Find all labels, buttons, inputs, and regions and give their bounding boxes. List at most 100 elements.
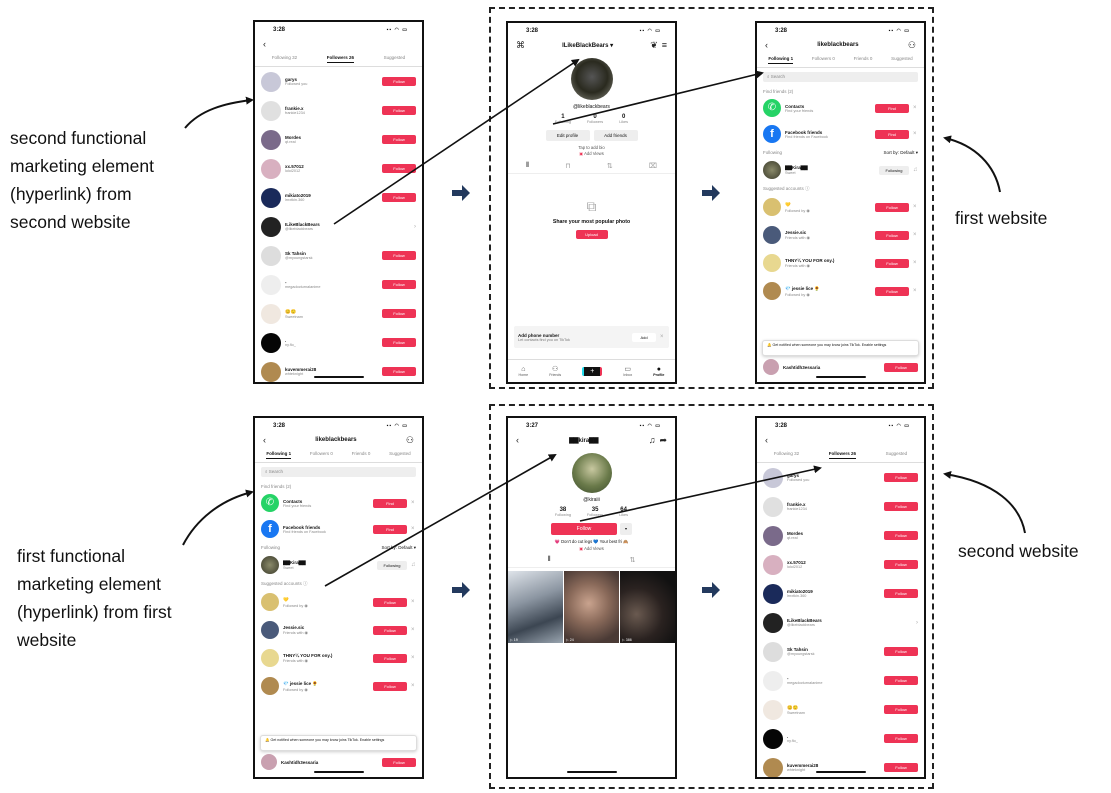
list-item[interactable]: kuvemmerai28 whteknight Follow xyxy=(255,357,422,382)
tab-suggested[interactable]: Suggested xyxy=(389,451,411,459)
list-item[interactable]: . ny.flo_ Follow xyxy=(255,328,422,357)
follow-button[interactable]: Follow xyxy=(884,473,918,482)
list-item[interactable]: garys Followed you Follow xyxy=(255,67,422,96)
tab-followers[interactable]: Followers 0 xyxy=(310,451,333,459)
following-user-row[interactable]: ▇▇Kira▇▇ Sweet Following ♫ xyxy=(255,552,422,578)
follow-button[interactable]: Follow xyxy=(884,531,918,540)
repost-icon[interactable]: ⇅ xyxy=(630,556,636,564)
find-facebook-button[interactable]: Find xyxy=(875,129,909,139)
add-friends-button[interactable]: Add friends xyxy=(593,130,638,141)
tab-suggested[interactable]: Suggested xyxy=(886,451,908,459)
add-phone-button[interactable]: Add xyxy=(632,332,656,342)
share-icon[interactable]: ➦ xyxy=(659,435,667,446)
tab-following[interactable]: Following 32 xyxy=(272,55,297,63)
tab-suggested[interactable]: Suggested xyxy=(384,55,406,63)
close-icon[interactable]: × xyxy=(411,500,416,506)
find-facebook-button[interactable]: Find xyxy=(373,524,407,534)
edit-profile-button[interactable]: Edit profile xyxy=(545,130,590,141)
follow-button[interactable]: Follow xyxy=(551,523,617,535)
close-icon[interactable]: × xyxy=(411,526,416,532)
follow-button[interactable]: Follow xyxy=(382,77,416,86)
video-thumbnail[interactable]: ▷ 24 xyxy=(564,571,619,643)
stat-following[interactable]: 38 Following xyxy=(555,507,571,517)
upload-button[interactable]: Upload xyxy=(575,230,608,239)
suggested-row[interactable]: Jessie.sic Friends with ◉ Follow × xyxy=(255,616,422,644)
video-thumbnail[interactable]: ▷ 19 xyxy=(508,571,563,643)
suggested-row[interactable]: THNY¼ YOU FOR ony.) Friends with ◉ Follow × xyxy=(757,249,924,277)
list-item[interactable]: Kashtidh3essaria Follow xyxy=(255,753,422,771)
repost-icon[interactable]: ⇅ xyxy=(607,162,613,170)
follow-button[interactable]: Follow xyxy=(875,230,909,240)
menu-icon[interactable]: ≡ xyxy=(662,40,667,50)
stat-followers[interactable]: 35 Followers xyxy=(587,507,603,517)
bell-icon[interactable]: ♫ xyxy=(649,435,656,445)
add-phone-card[interactable]: Add phone number Let contacts find you on… xyxy=(514,326,669,348)
follow-button[interactable]: Follow xyxy=(884,647,918,656)
sort-dropdown[interactable]: Sort by: Default ▾ xyxy=(883,150,918,156)
profile-avatar[interactable] xyxy=(570,58,613,100)
add-views-link[interactable]: ▣ Add Views xyxy=(508,546,675,551)
list-item[interactable]: . ny.flo_ Follow xyxy=(757,724,924,753)
follow-button[interactable]: Follow xyxy=(884,589,918,598)
bell-icon[interactable]: ♫ xyxy=(913,167,918,173)
footprint-icon[interactable]: ❦ xyxy=(650,40,658,51)
suggested-row[interactable]: 💎 jessie lice 🌻 Followed by ◉ Follow × xyxy=(255,672,422,700)
follow-button[interactable]: Follow xyxy=(382,251,416,260)
bell-icon[interactable]: ♫ xyxy=(411,562,416,568)
follow-button[interactable]: Follow xyxy=(382,280,416,289)
search-input[interactable]: ⌕ Search xyxy=(261,467,416,477)
tab-following[interactable]: Following 1 xyxy=(768,56,794,64)
qr-icon[interactable]: ⌘ xyxy=(516,40,525,51)
notification-banner[interactable]: 🔔 Get notified when someone you may know… xyxy=(762,340,919,356)
saved-icon[interactable]: ⌧ xyxy=(649,162,657,170)
list-item[interactable]: - megadocturnalanime Follow xyxy=(757,666,924,695)
follow-button[interactable]: Follow xyxy=(373,681,407,691)
nav-home[interactable]: ⌂ Home xyxy=(519,366,529,377)
tab-friends[interactable]: Friends 0 xyxy=(854,56,873,64)
facebook-row[interactable]: f Facebook friends Find friends on Facebo… xyxy=(255,516,422,542)
tab-suggested[interactable]: Suggested xyxy=(891,56,913,64)
stat-followers[interactable]: 0 Followers xyxy=(587,114,603,124)
follow-button[interactable]: Follow xyxy=(884,705,918,714)
follow-button[interactable]: Follow xyxy=(884,676,918,685)
bio-placeholder[interactable]: Tap to add bio xyxy=(508,145,675,150)
list-item[interactable]: frankie.x frankie1234 Follow xyxy=(757,492,924,521)
close-icon[interactable]: × xyxy=(913,288,918,294)
close-icon[interactable]: × xyxy=(411,655,416,661)
follow-button[interactable]: Follow xyxy=(382,106,416,115)
notification-banner[interactable]: 🔔 Get notified when someone you may know… xyxy=(260,735,417,751)
follow-button[interactable]: Follow xyxy=(373,653,407,663)
close-icon[interactable]: × xyxy=(411,599,416,605)
add-user-icon[interactable]: ⚇ xyxy=(406,435,414,446)
follow-button[interactable]: Follow xyxy=(875,258,909,268)
list-item[interactable]: ILikeBlackBears @likeblackbears › xyxy=(757,608,924,637)
suggested-row[interactable]: 💛 Followed by ◉ Follow × xyxy=(757,193,924,221)
close-icon[interactable]: × xyxy=(913,105,918,111)
contacts-row[interactable]: ✆ Contacts Find your friends Find × xyxy=(757,95,924,121)
contacts-row[interactable]: ✆ Contacts Find your friends Find × xyxy=(255,490,422,516)
stat-following[interactable]: 1 Following xyxy=(555,114,571,124)
chevron-right-icon[interactable]: › xyxy=(884,620,918,626)
follow-button[interactable]: Follow xyxy=(884,763,918,772)
add-views-link[interactable]: ▣ Add Views xyxy=(508,151,675,156)
sort-dropdown[interactable]: Sort by: Default ▾ xyxy=(381,545,416,551)
follow-button[interactable]: Follow xyxy=(884,560,918,569)
follow-button[interactable]: Follow xyxy=(884,502,918,511)
search-input[interactable]: ⌕ Search xyxy=(763,72,918,82)
tab-friends[interactable]: Friends 0 xyxy=(352,451,371,459)
video-thumbnail[interactable]: ▷ 386 xyxy=(620,571,675,643)
follow-button[interactable]: Follow xyxy=(382,338,416,347)
list-item[interactable]: mikiato2019 lrnxtkin.360 Follow xyxy=(255,183,422,212)
grid-icon[interactable]: ⦀ xyxy=(526,162,529,170)
list-item[interactable]: 😊🙂 Sweetnam Follow xyxy=(757,695,924,724)
list-item[interactable]: mikiato2019 lrnxtkin.360 Follow xyxy=(757,579,924,608)
back-icon[interactable]: ‹ xyxy=(263,39,266,49)
facebook-row[interactable]: f Facebook friends Find friends on Facebo… xyxy=(757,121,924,147)
suggested-row[interactable]: 💛 Followed by ◉ Follow × xyxy=(255,588,422,616)
follow-button[interactable]: Follow xyxy=(884,734,918,743)
close-icon[interactable]: × xyxy=(660,334,665,340)
list-item[interactable]: Kashtidh3essaria Follow xyxy=(757,358,924,376)
tab-followers[interactable]: Followers 26 xyxy=(828,451,856,459)
suggested-row[interactable]: 💎 jessie lice 🌻 Followed by ◉ Follow × xyxy=(757,277,924,305)
close-icon[interactable]: × xyxy=(913,232,918,238)
